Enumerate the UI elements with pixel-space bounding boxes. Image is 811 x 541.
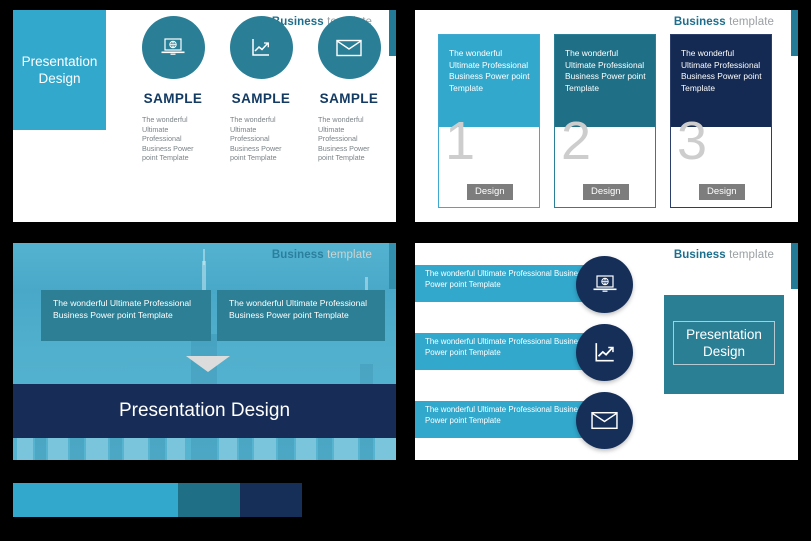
- slide-city-photo-title[interactable]: Business template The wonderful Ultimate…: [13, 243, 396, 460]
- list-item[interactable]: The wonderful Ultimate Professional Busi…: [415, 401, 597, 438]
- color-palette-bar: [13, 483, 302, 517]
- slide-icon-list-with-panel[interactable]: Business template The wonderful Ultimate…: [415, 243, 798, 460]
- line-chart-icon: [229, 16, 293, 79]
- accent-bar: [389, 243, 396, 289]
- brand-header: Business template: [674, 249, 774, 261]
- sample-title: SAMPLE: [231, 91, 291, 106]
- sample-column-1[interactable]: SAMPLE The wonderful Ultimate Profession…: [125, 10, 221, 163]
- slide-deck-preview: Business template Presentation Design SA…: [0, 0, 811, 541]
- design-button[interactable]: Design: [467, 184, 513, 200]
- sample-column-3[interactable]: SAMPLE The wonderful Ultimate Profession…: [301, 10, 396, 163]
- palette-swatch-light-blue[interactable]: [13, 483, 178, 517]
- design-button[interactable]: Design: [699, 184, 745, 200]
- numbered-card[interactable]: The wonderful Ultimate Professional Busi…: [438, 34, 540, 208]
- envelope-icon: [317, 16, 381, 79]
- sample-body: The wonderful Ultimate Professional Busi…: [318, 115, 370, 163]
- brand-light-text: template: [327, 249, 372, 261]
- presentation-design-box: Presentation Design: [13, 10, 106, 130]
- card-number: 2: [561, 111, 592, 171]
- palette-swatch-teal[interactable]: [178, 483, 240, 517]
- card-number: 3: [677, 111, 708, 171]
- slide-numbered-cards[interactable]: Business template The wonderful Ultimate…: [415, 10, 798, 222]
- sample-column-2[interactable]: SAMPLE The wonderful Ultimate Profession…: [213, 10, 309, 163]
- accent-bar: [791, 243, 798, 289]
- sample-title: SAMPLE: [143, 91, 203, 106]
- presentation-design-line1: Presentation: [686, 327, 762, 342]
- band-title-text: Presentation Design: [118, 400, 291, 421]
- laptop-globe-icon: [576, 256, 633, 313]
- callout-box: The wonderful Ultimate Professional Busi…: [41, 290, 211, 341]
- brand-header: Business template: [674, 16, 774, 28]
- brand-header: Business template: [272, 249, 372, 261]
- sample-body: The wonderful Ultimate Professional Busi…: [230, 115, 282, 163]
- brand-bold-text: Business: [271, 249, 324, 261]
- presentation-design-line2: Design: [702, 344, 746, 359]
- brand-bold-text: Business: [673, 249, 726, 261]
- presentation-design-box: Presentation Design: [673, 321, 775, 365]
- slide-icons-with-sample-columns[interactable]: Business template Presentation Design SA…: [13, 10, 396, 222]
- brand-bold-text: Business: [673, 16, 726, 28]
- design-button[interactable]: Design: [583, 184, 629, 200]
- brand-light-text: template: [729, 249, 774, 261]
- line-chart-icon: [576, 324, 633, 381]
- down-arrow-icon: [186, 356, 230, 372]
- sample-body: The wonderful Ultimate Professional Busi…: [142, 115, 194, 163]
- numbered-card[interactable]: The wonderful Ultimate Professional Busi…: [670, 34, 772, 208]
- presentation-design-line1: Presentation: [21, 54, 98, 69]
- sample-title: SAMPLE: [319, 91, 379, 106]
- list-item[interactable]: The wonderful Ultimate Professional Busi…: [415, 333, 597, 370]
- envelope-icon: [576, 392, 633, 449]
- numbered-card[interactable]: The wonderful Ultimate Professional Busi…: [554, 34, 656, 208]
- list-item[interactable]: The wonderful Ultimate Professional Busi…: [415, 265, 597, 302]
- palette-swatch-navy[interactable]: [240, 483, 302, 517]
- brand-light-text: template: [729, 16, 774, 28]
- card-number: 1: [445, 111, 476, 171]
- laptop-globe-icon: [141, 16, 205, 79]
- accent-bar: [791, 10, 798, 56]
- title-band: Presentation Design: [13, 384, 396, 438]
- callout-box: The wonderful Ultimate Professional Busi…: [217, 290, 385, 341]
- presentation-design-line2: Design: [38, 71, 81, 86]
- presentation-design-panel: Presentation Design: [664, 295, 784, 394]
